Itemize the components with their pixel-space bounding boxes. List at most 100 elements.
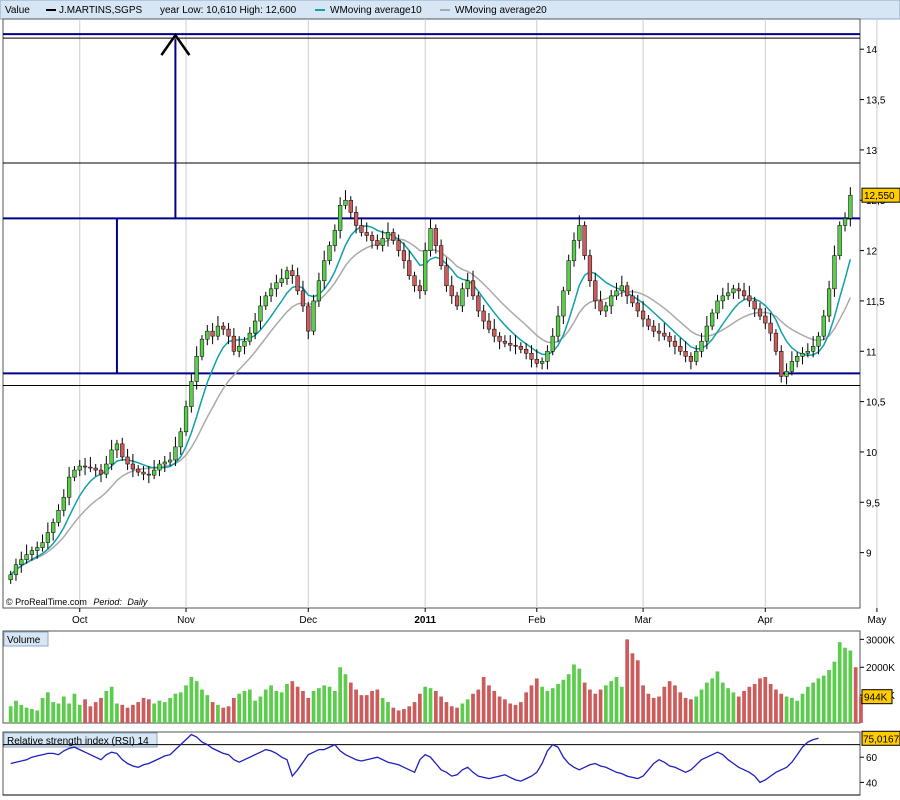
candle-body xyxy=(444,265,449,287)
candle-body xyxy=(492,328,497,337)
candle-body xyxy=(805,351,810,354)
volume-bar xyxy=(200,689,204,723)
candle-body xyxy=(24,554,29,560)
volume-bar xyxy=(162,702,167,723)
candle-body xyxy=(534,359,539,364)
candle-body xyxy=(619,285,624,292)
candle-body xyxy=(423,250,428,292)
candle-body xyxy=(221,325,226,330)
volume-bar xyxy=(779,693,784,723)
volume-bar xyxy=(290,681,295,723)
candle-body xyxy=(582,225,587,256)
candle-body xyxy=(396,240,401,251)
candle-body xyxy=(609,295,614,307)
candle-body xyxy=(720,295,725,302)
volume-bar xyxy=(566,674,571,723)
volume-bar xyxy=(837,642,842,723)
volume-bar xyxy=(689,699,693,723)
volume-bar xyxy=(226,706,231,723)
volume-bar xyxy=(699,689,704,723)
candle-body xyxy=(502,340,508,344)
month-label: Feb xyxy=(528,615,546,626)
volume-bar xyxy=(24,707,29,723)
candle-body xyxy=(417,285,422,292)
candle-body xyxy=(51,522,56,533)
candle-body xyxy=(125,456,130,465)
candle-body xyxy=(263,295,268,307)
volume-bar xyxy=(14,700,18,723)
volume-bar xyxy=(45,692,50,723)
price-tick-label: 13 xyxy=(866,146,878,157)
candle-body xyxy=(486,320,492,330)
volume-bar xyxy=(758,678,762,723)
volume-bar xyxy=(115,703,119,723)
candle-body xyxy=(253,320,258,334)
volume-bar xyxy=(418,693,422,723)
volume-bar xyxy=(263,689,268,723)
volume-bar xyxy=(811,682,816,723)
candle-body xyxy=(651,325,656,332)
candle-body xyxy=(380,238,385,246)
candle-body xyxy=(481,310,486,322)
candle-body xyxy=(412,275,417,287)
candle-body xyxy=(98,469,104,475)
candle-body xyxy=(704,325,709,342)
volume-bar xyxy=(279,692,284,723)
volume-bar xyxy=(720,682,725,723)
volume-bar xyxy=(492,690,497,723)
candle-body xyxy=(40,542,45,548)
candle-body xyxy=(67,476,72,498)
candle-body xyxy=(29,550,35,555)
candle-body xyxy=(173,446,178,461)
volume-bar xyxy=(444,702,449,723)
volume-bar xyxy=(391,707,396,723)
candle-body xyxy=(428,228,433,251)
candle-body xyxy=(630,295,635,304)
candle-body xyxy=(268,288,274,297)
rsi-title: Relative strength index (RSI) 14 xyxy=(7,736,149,747)
volume-bar xyxy=(550,688,555,723)
price-tick-label: 13,5 xyxy=(866,96,886,107)
candle-body xyxy=(694,351,699,362)
candle-body xyxy=(603,305,608,312)
candle-body xyxy=(290,270,295,276)
volume-bar xyxy=(343,674,348,723)
volume-bar xyxy=(216,704,220,723)
volume-bar xyxy=(694,696,699,723)
volume-bar xyxy=(816,678,821,723)
volume-bar xyxy=(503,699,507,723)
volume-bar xyxy=(704,682,709,723)
volume-bar xyxy=(30,709,34,723)
volume-bar xyxy=(736,696,741,723)
volume-bar xyxy=(157,700,162,723)
volume-bar xyxy=(651,697,656,723)
volume-bar xyxy=(61,696,66,723)
volume-bar xyxy=(253,700,257,723)
candle-body xyxy=(391,232,396,241)
volume-bar xyxy=(513,704,518,723)
volume-bar xyxy=(322,685,327,723)
candle-body xyxy=(439,245,444,266)
candle-body xyxy=(353,212,359,226)
volume-bar xyxy=(205,695,210,723)
volume-bar xyxy=(726,688,730,723)
volume-bar xyxy=(604,685,608,723)
volume-bar xyxy=(588,689,592,723)
volume-bar xyxy=(577,668,582,723)
candle-body xyxy=(385,232,391,239)
rsi-tick-label: 60 xyxy=(866,753,878,764)
price-tick-label: 9,5 xyxy=(866,498,880,509)
candle-body xyxy=(811,345,816,352)
price-tick-label: 12 xyxy=(866,247,878,258)
candle-body xyxy=(614,290,619,297)
candle-body xyxy=(231,335,236,352)
volume-bar xyxy=(51,702,56,723)
volume-bar xyxy=(210,702,215,723)
candle-body xyxy=(667,335,672,342)
volume-bar xyxy=(327,686,332,723)
volume-bar xyxy=(19,704,24,723)
candle-body xyxy=(295,275,300,292)
volume-bar xyxy=(678,692,683,723)
candle-body xyxy=(114,443,120,451)
volume-bar xyxy=(285,683,289,723)
